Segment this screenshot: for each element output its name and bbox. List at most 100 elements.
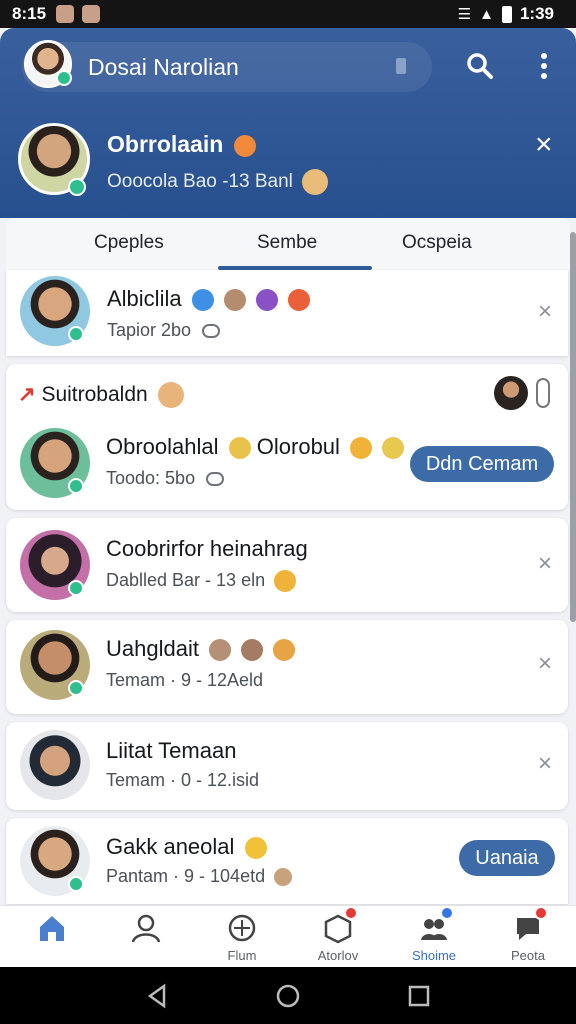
scrollbar[interactable] — [570, 232, 576, 622]
emoji-icon — [274, 570, 297, 593]
online-indicator-icon — [68, 876, 84, 892]
contact-name-text: Gakk aneolal — [106, 834, 235, 859]
tab-some[interactable]: Sembe — [257, 232, 317, 254]
emoji-icon — [223, 289, 246, 312]
contact-name: Obroolahlal Olorobul — [106, 434, 405, 460]
notification-icon — [56, 5, 75, 23]
app-header: Dosai Narolian Obrrolaain Ooocola Bao -1… — [0, 28, 576, 218]
globe-icon — [228, 914, 256, 942]
contact-name: Coobrirfor heinahrag — [106, 536, 308, 561]
status-clock: 1:39 — [519, 4, 554, 23]
contact-status: Dablled Bar - 13 eln — [106, 570, 297, 593]
contact-status-text: Tapior 2bo — [107, 320, 192, 340]
nav-shoime[interactable]: Shoime — [386, 906, 482, 963]
wifi-icon: ☰ — [457, 6, 472, 23]
emoji-icon — [209, 639, 232, 662]
contact-name: Albiclila — [107, 286, 311, 312]
header-title: Dosai Narolian — [88, 54, 239, 80]
list-item[interactable]: Albiclila Tapior 2bo × — [6, 270, 568, 356]
online-indicator-icon — [68, 178, 86, 196]
list-item[interactable]: Gakk aneolal Pantam · 9 - 104etd Uanaia — [6, 818, 568, 904]
add-friend-button[interactable]: Ddn Cemam — [410, 446, 554, 482]
back-icon[interactable] — [144, 983, 170, 1009]
contact-name-text: Obroolahlal — [106, 434, 219, 459]
emoji-icon — [233, 134, 256, 157]
emoji-icon — [255, 289, 278, 312]
more-options-icon[interactable] — [536, 52, 552, 80]
list-item[interactable]: Uahgldait Temam · 9 - 12Aeld × — [6, 620, 568, 714]
list-item[interactable]: Coobrirfor heinahrag Dablled Bar - 13 el… — [6, 518, 568, 612]
online-indicator-icon — [56, 70, 72, 86]
notification-icon — [82, 5, 101, 23]
profile-name: Obrrolaain — [107, 131, 256, 158]
emoji-icon — [382, 437, 405, 460]
suggested-card: ↗ Suitrobaldn Obroolahlal Olorobul Toodo… — [6, 364, 568, 510]
contact-status: Temam · 0 - 12.isid — [106, 770, 260, 790]
search-icon[interactable] — [466, 52, 494, 80]
contact-name: Liitat Temaan — [106, 738, 237, 763]
online-indicator-icon — [68, 478, 84, 494]
contact-status-text: Dablled Bar - 13 eln — [106, 570, 266, 590]
chat-bubble-icon — [512, 906, 548, 944]
status-time: 8:15 — [12, 4, 47, 23]
list-item[interactable]: Liitat Temaan Temam · 0 - 12.isid × — [6, 722, 568, 810]
dismiss-button[interactable]: × — [538, 552, 552, 576]
person-icon — [131, 914, 161, 943]
nav-home[interactable] — [4, 912, 100, 948]
trend-icon: ↗ — [18, 383, 36, 406]
recents-icon[interactable] — [406, 983, 432, 1009]
suggested-header: ↗ Suitrobaldn — [18, 382, 184, 409]
contact-status-text: Toodo: 5bo — [106, 468, 196, 488]
nav-flum[interactable]: Flum — [194, 912, 290, 963]
suggested-label: Suitrobaldn — [41, 383, 148, 406]
close-profile-button[interactable]: × — [535, 130, 553, 160]
emoji-icon — [191, 289, 214, 312]
home-icon — [40, 916, 64, 941]
contact-status-text: Pantam · 9 - 104etd — [106, 866, 266, 886]
nav-profile[interactable] — [98, 912, 194, 948]
contact-status: Tapior 2bo — [107, 320, 221, 341]
signal-icon: ▲ — [479, 5, 494, 23]
battery-icon — [501, 5, 512, 23]
contact-name: Uahgldait — [106, 636, 296, 662]
online-indicator-icon — [68, 680, 84, 696]
nav-peota[interactable]: Peota — [480, 906, 576, 963]
contact-status: Pantam · 9 - 104etd — [106, 866, 293, 887]
contact-status: Toodo: 5bo — [106, 468, 225, 489]
notification-badge-icon — [344, 906, 358, 920]
box-icon — [322, 906, 358, 944]
home-button-icon[interactable] — [275, 983, 301, 1009]
dismiss-button[interactable]: × — [538, 752, 552, 776]
add-friend-button[interactable]: Uanaia — [459, 840, 555, 876]
toggle-icon[interactable] — [536, 378, 550, 408]
dismiss-button[interactable]: × — [538, 652, 552, 676]
dismiss-button[interactable]: × — [538, 300, 552, 324]
avatar — [20, 730, 90, 800]
emoji-icon — [274, 868, 293, 887]
profile-name-text: Obrrolaain — [107, 131, 224, 157]
emoji-icon — [228, 437, 251, 460]
nav-atorlov[interactable]: Atorlov — [290, 906, 386, 963]
emoji-icon — [288, 289, 311, 312]
notification-badge-icon — [534, 906, 548, 920]
emoji-icon — [157, 382, 184, 409]
online-indicator-icon — [68, 580, 84, 596]
system-navigation-bar — [0, 967, 576, 1024]
tab-people[interactable]: Cpeples — [94, 232, 164, 254]
profile-subtitle-text: Ooocola Bao -13 Banl — [107, 171, 293, 193]
online-indicator-icon — [68, 326, 84, 342]
contact-name: Gakk aneolal — [106, 834, 267, 860]
tab-bar: Cpeples Sembe Ocspeia — [6, 218, 570, 272]
notification-badge-icon — [440, 906, 454, 920]
chat-icon — [202, 324, 221, 339]
emoji-icon — [302, 169, 329, 195]
contact-name-text: Uahgldait — [106, 636, 199, 661]
tab-special[interactable]: Ocspeia — [402, 232, 472, 254]
people-group-icon — [418, 906, 454, 944]
emoji-icon — [244, 837, 267, 860]
contact-name-text: Albiclila — [107, 286, 182, 311]
suggested-avatar — [494, 376, 528, 410]
emoji-icon — [350, 437, 373, 460]
contact-status: Temam · 9 - 12Aeld — [106, 670, 264, 690]
bottom-navigation: Flum Atorlov Shoime Peota — [0, 905, 576, 967]
